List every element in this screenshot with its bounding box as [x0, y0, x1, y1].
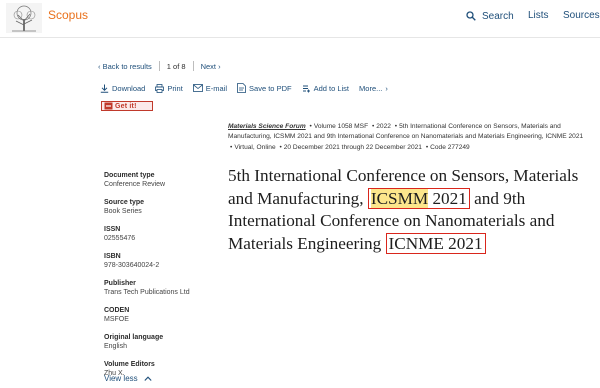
search-label: Search [482, 10, 514, 22]
result-total: 8 [181, 61, 186, 71]
add-to-list-button[interactable]: Add to List [302, 84, 349, 93]
add-to-list-label: Add to List [313, 83, 350, 93]
add-to-list-icon [302, 85, 310, 92]
meta-label: Source type [104, 199, 145, 206]
bullet: • [230, 143, 233, 151]
meta-value: Trans Tech Publications Ltd [104, 289, 190, 296]
result-position: 1 [166, 61, 171, 71]
get-it-label: Get it! [115, 102, 137, 110]
divider [192, 61, 194, 71]
bullet: • [309, 123, 312, 130]
chevron-up-icon [144, 376, 152, 381]
conference-code: Code 277249 [430, 143, 470, 151]
view-less-toggle[interactable]: View less [104, 374, 152, 383]
back-label: Back to results [102, 61, 152, 71]
document-metadata: Document type Conference Review Source t… [104, 171, 219, 387]
email-button[interactable]: E-mail [192, 83, 228, 93]
link-resolver-icon [104, 102, 113, 110]
title-abbr-icnme: ICNME 2021 [388, 233, 483, 253]
email-label: E-mail [205, 83, 228, 93]
meta-label: Publisher [104, 280, 136, 287]
source-info: Materials Science Forum • Volume 1058 MSF… [228, 122, 590, 153]
more-label: More... [359, 83, 383, 93]
search-icon [466, 11, 476, 21]
get-it-button[interactable]: Get it! [101, 101, 153, 111]
scopus-brand[interactable]: Scopus [48, 8, 88, 22]
save-to-pdf-label: Save to PDF [249, 83, 292, 93]
bullet: • [371, 123, 375, 130]
meta-value: 02555476 [104, 235, 136, 242]
download-icon [100, 84, 109, 93]
result-navigation: ‹ Back to results 1 of 8 Next › [98, 61, 221, 71]
source-year: 2022 [376, 123, 391, 130]
download-button[interactable]: Download [100, 84, 145, 93]
next-link[interactable]: Next › [201, 62, 221, 71]
title-abbr-icsmm: ICSMM [370, 188, 429, 208]
pdf-file-icon [237, 83, 246, 93]
lists-link[interactable]: Lists [528, 10, 549, 21]
view-less-label: View less [104, 374, 138, 383]
bullet: • [394, 123, 398, 130]
divider [158, 61, 160, 71]
chevron-right-icon: › [385, 83, 388, 93]
title-abbr-year: 2021 [432, 188, 467, 208]
meta-label: Volume Editors [104, 361, 155, 368]
conference-location: Virtual, Online [234, 143, 276, 151]
envelope-icon [192, 84, 203, 92]
bullet: • [425, 143, 429, 151]
print-button[interactable]: Print [155, 83, 183, 93]
meta-label: ISBN [104, 253, 121, 260]
meta-value: English [104, 343, 127, 350]
meta-label: CODEN [104, 307, 130, 314]
meta-value: 978-303640024-2 [104, 262, 160, 269]
bullet: • [279, 143, 282, 151]
source-volume: Volume 1058 MSF [313, 123, 369, 130]
meta-value: MSFOE [104, 316, 129, 323]
back-to-results-link[interactable]: ‹ Back to results [98, 62, 152, 71]
source-title-link[interactable]: Materials Science Forum [228, 123, 306, 130]
meta-label: Original language [104, 334, 164, 341]
document-title: 5th International Conference on Sensors,… [228, 165, 596, 255]
download-label: Download [112, 83, 146, 93]
conference-dates: 20 December 2021 through 22 December 202… [283, 143, 422, 151]
elsevier-logo-icon[interactable] [6, 3, 42, 33]
next-label: Next [200, 61, 216, 71]
of-label: of [173, 61, 180, 71]
printer-icon [155, 83, 165, 93]
header-search-button[interactable]: Search [466, 9, 514, 23]
highlight-icsmm: ICSMM 2021 [367, 187, 470, 209]
top-header: Scopus Search Lists Sources [0, 0, 600, 38]
meta-value: Conference Review [104, 181, 166, 188]
more-button[interactable]: More... › [359, 84, 388, 93]
save-to-pdf-button[interactable]: Save to PDF [237, 83, 292, 93]
meta-value: Book Series [104, 208, 142, 215]
print-label: Print [167, 83, 183, 93]
highlight-icnme: ICNME 2021 [385, 232, 486, 254]
meta-label: ISSN [104, 226, 121, 233]
sources-link[interactable]: Sources [563, 10, 600, 21]
document-actions: Download Print E-mail Save to PDF Add to… [100, 83, 388, 93]
meta-label: Document type [104, 172, 155, 179]
